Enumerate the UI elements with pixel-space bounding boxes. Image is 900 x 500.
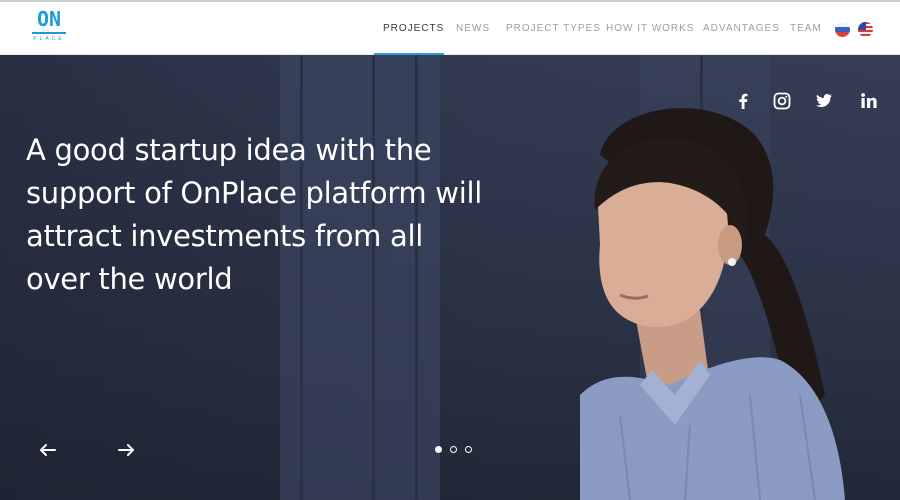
arrow-left-icon[interactable] [37, 440, 59, 460]
onplace-logo[interactable]: ON PLACE [31, 8, 67, 48]
hero-headline: A good startup idea with the support of … [26, 133, 482, 296]
facebook-icon[interactable] [733, 91, 753, 111]
slide-dot-2[interactable] [450, 446, 457, 453]
woman-with-tablet-image [580, 108, 845, 500]
flag-us-icon[interactable] [858, 22, 873, 37]
linkedin-icon[interactable] [859, 91, 879, 111]
logo-subtext: PLACE [33, 36, 65, 42]
flag-ru-icon[interactable] [835, 22, 850, 37]
nav-project-types[interactable]: PROJECT TYPES [506, 2, 601, 55]
nav-how-it-works[interactable]: HOW IT WORKS [606, 2, 694, 55]
top-navigation-bar: ON PLACE PROJECTS NEWS PROJECT TYPES HOW… [0, 0, 900, 56]
nav-news[interactable]: NEWS [456, 2, 490, 55]
nav-team[interactable]: TEAM [790, 2, 822, 55]
logo-divider [32, 32, 66, 34]
arrow-right-icon[interactable] [115, 440, 137, 460]
logo-text: ON [36, 7, 62, 31]
slide-dot-3[interactable] [465, 446, 472, 453]
nav-advantages[interactable]: ADVANTAGES [703, 2, 780, 55]
slide-dot-1[interactable] [435, 446, 442, 453]
hero-slider: A good startup idea with the support of … [0, 55, 900, 500]
twitter-icon[interactable] [814, 91, 834, 111]
instagram-icon[interactable] [772, 91, 792, 111]
nav-projects[interactable]: PROJECTS [383, 2, 444, 55]
